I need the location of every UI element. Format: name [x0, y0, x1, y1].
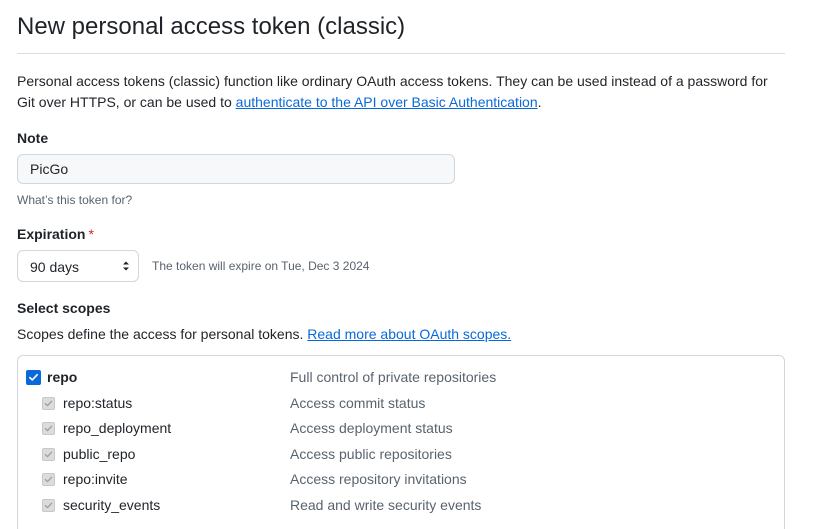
security-events-checkbox[interactable] [42, 499, 55, 512]
scope-name: repo:invite [63, 471, 128, 487]
oauth-scopes-link[interactable]: Read more about OAuth scopes. [307, 326, 511, 342]
expiration-message: The token will expire on Tue, Dec 3 2024 [152, 259, 370, 273]
expiration-selected-value: 90 days [30, 259, 80, 275]
scopes-description-text: Scopes define the access for personal to… [17, 326, 308, 342]
scope-name: repo_deployment [63, 420, 172, 436]
required-mark: * [88, 226, 94, 242]
scope-row-repo-deployment: repo_deployment Access deployment status [18, 418, 784, 440]
note-label: Note [17, 130, 49, 146]
scope-description: Access deployment status [290, 420, 453, 436]
scopes-list: repo Full control of private repositorie… [17, 355, 785, 529]
title-divider [17, 53, 785, 54]
public-repo-checkbox[interactable] [42, 448, 55, 461]
expiration-select[interactable]: 90 days [17, 250, 139, 282]
scope-row-public-repo: public_repo Access public repositories [18, 444, 784, 466]
scope-name: repo [47, 369, 78, 385]
scope-row-security-events: security_events Read and write security … [18, 495, 784, 517]
expiration-label-text: Expiration [17, 226, 86, 242]
page-title: New personal access token (classic) [17, 13, 406, 40]
check-icon [44, 425, 53, 432]
check-icon [44, 400, 53, 407]
check-icon [44, 451, 53, 458]
scope-name: security_events [63, 497, 161, 513]
repo-status-checkbox[interactable] [42, 397, 55, 410]
select-scopes-label: Select scopes [17, 300, 111, 316]
intro-paragraph: Personal access tokens (classic) functio… [17, 71, 785, 113]
repo-invite-checkbox[interactable] [42, 473, 55, 486]
intro-end: . [537, 94, 542, 110]
note-hint: What’s this token for? [17, 193, 133, 207]
scope-description: Full control of private repositories [290, 369, 497, 385]
repo-deployment-checkbox[interactable] [42, 422, 55, 435]
scope-description: Read and write security events [290, 497, 482, 513]
check-icon [44, 476, 53, 483]
check-icon [29, 373, 39, 381]
expiration-label: Expiration * [17, 226, 94, 242]
check-icon [44, 502, 53, 509]
scopes-description: Scopes define the access for personal to… [17, 326, 511, 342]
scope-row-repo-status: repo:status Access commit status [18, 393, 784, 415]
scope-row-repo: repo Full control of private repositorie… [18, 367, 784, 389]
scope-row-repo-invite: repo:invite Access repository invitation… [18, 469, 784, 491]
note-input[interactable] [17, 154, 455, 184]
scope-description: Access repository invitations [290, 471, 467, 487]
scope-description: Access public repositories [290, 446, 452, 462]
scope-description: Access commit status [290, 395, 426, 411]
select-caret-icon [123, 261, 129, 271]
scope-name: public_repo [63, 446, 136, 462]
repo-checkbox[interactable] [26, 370, 41, 385]
scope-name: repo:status [63, 395, 133, 411]
basic-auth-link[interactable]: authenticate to the API over Basic Authe… [236, 94, 538, 110]
